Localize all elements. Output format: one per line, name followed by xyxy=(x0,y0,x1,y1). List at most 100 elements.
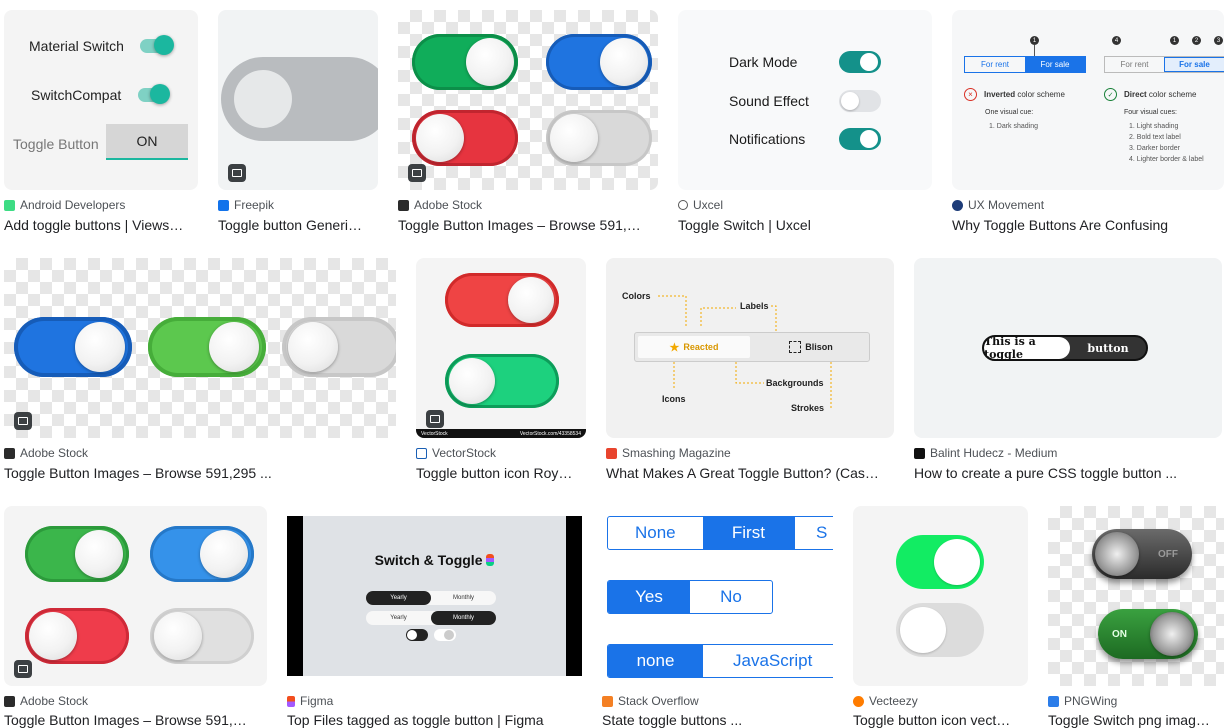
result-title[interactable]: Toggle Button Images – Browse 591,… xyxy=(398,217,658,233)
red-toggle-thumb xyxy=(29,612,77,660)
result-title[interactable]: What Makes A Great Toggle Button? (Cas… xyxy=(606,465,894,481)
result-source[interactable]: PNGWing xyxy=(1048,694,1117,708)
result-title[interactable]: State toggle buttons ... xyxy=(602,712,833,728)
strokes-annotation: Strokes xyxy=(791,403,825,413)
result-title[interactable]: Add toggle buttons | Views… xyxy=(4,217,198,233)
medium-icon xyxy=(914,447,925,459)
stack-overflow-icon xyxy=(602,695,613,707)
step-marker-2: 2 xyxy=(1192,36,1201,45)
segment-none-lc: none xyxy=(608,645,703,677)
result-source[interactable]: Figma xyxy=(287,694,333,708)
step-marker-number: 2 xyxy=(1194,37,1199,44)
result-card-figma[interactable]: Switch & Toggle Yearly Monthly Yearly Mo… xyxy=(287,506,582,728)
css-toggle-right-label: button xyxy=(1087,341,1129,355)
result-card-adobe-stock[interactable]: Adobe Stock Toggle Button Images – Brows… xyxy=(398,10,658,237)
result-source[interactable]: Balint Hudecz - Medium xyxy=(914,446,1057,460)
blison-segment: Blison xyxy=(756,336,866,358)
result-thumbnail[interactable]: VectorStock VectorStock.com/43358534 xyxy=(416,258,586,438)
result-thumbnail[interactable] xyxy=(853,506,1028,686)
notifications-toggle-thumb xyxy=(860,130,878,148)
ux-movement-icon xyxy=(952,199,963,211)
result-source-name: Vecteezy xyxy=(869,694,918,708)
result-thumbnail[interactable]: This is a toggle button xyxy=(914,258,1222,438)
result-thumbnail[interactable] xyxy=(218,10,378,190)
result-thumbnail[interactable]: None First S Yes No none JavaScript xyxy=(602,506,833,686)
result-source[interactable]: Android Developers xyxy=(4,198,125,212)
result-thumbnail[interactable]: Material Switch SwitchCompat Toggle Butt… xyxy=(4,10,198,190)
result-thumbnail[interactable] xyxy=(398,10,658,190)
green-toggle-thumb xyxy=(75,530,123,578)
result-card-pngwing[interactable]: OFF ON PNGWing Toggle Switch png imag… xyxy=(1048,506,1224,728)
result-title[interactable]: Toggle Switch png imag… xyxy=(1048,712,1224,728)
adobe-stock-icon xyxy=(4,447,15,459)
result-thumbnail[interactable]: Dark Mode Sound Effect Notifications xyxy=(678,10,932,190)
segment-for-sale: For sale xyxy=(1025,57,1085,72)
result-source[interactable]: Smashing Magazine xyxy=(606,446,731,460)
result-title[interactable]: Top Files tagged as toggle button | Figm… xyxy=(287,712,582,728)
sound-effect-label: Sound Effect xyxy=(729,93,809,109)
blue-toggle-thumb xyxy=(200,530,248,578)
result-source[interactable]: UX Movement xyxy=(952,198,1044,212)
result-source-name: Smashing Magazine xyxy=(622,446,731,460)
dark-mode-toggle-thumb xyxy=(860,53,878,71)
vectorstock-watermark-bar: VectorStock VectorStock.com/43358534 xyxy=(416,429,586,438)
segment-yes: Yes xyxy=(608,581,690,613)
result-thumbnail[interactable] xyxy=(4,258,396,438)
result-thumbnail[interactable]: Switch & Toggle Yearly Monthly Yearly Mo… xyxy=(287,516,582,676)
result-card-medium[interactable]: This is a toggle button Balint Hudecz - … xyxy=(914,258,1222,485)
check-icon: ✓ xyxy=(1104,88,1117,101)
result-card-ux-movement[interactable]: 1 For rent For sale × Inverted color sch… xyxy=(952,10,1224,237)
result-source[interactable]: Stack Overflow xyxy=(602,694,699,708)
segment-for-rent: For rent xyxy=(980,60,1009,69)
result-card-stack-overflow[interactable]: None First S Yes No none JavaScript Stac… xyxy=(602,506,833,728)
material-switch-thumb xyxy=(154,35,174,55)
freepik-icon xyxy=(218,199,229,211)
image-icon xyxy=(426,410,444,428)
result-title[interactable]: How to create a pure CSS toggle button .… xyxy=(914,465,1222,481)
result-source[interactable]: Adobe Stock xyxy=(4,446,88,460)
on-metal-toggle-thumb xyxy=(1150,612,1194,656)
result-thumbnail[interactable]: Colors Labels ★ Reacted Blison Backgroun… xyxy=(606,258,894,438)
result-thumbnail[interactable]: OFF ON xyxy=(1048,506,1224,686)
result-card-android-developers[interactable]: Material Switch SwitchCompat Toggle Butt… xyxy=(4,10,198,237)
result-title[interactable]: Toggle button icon Roy… xyxy=(416,465,586,481)
result-source[interactable]: VectorStock xyxy=(416,446,496,460)
result-thumbnail[interactable]: 1 For rent For sale × Inverted color sch… xyxy=(952,10,1224,190)
result-title[interactable]: Toggle Switch | Uxcel xyxy=(678,217,932,233)
result-title[interactable]: Toggle Button Images – Browse 591,295 ..… xyxy=(4,465,396,481)
result-card-adobe-stock-2[interactable]: Adobe Stock Toggle Button Images – Brows… xyxy=(4,258,396,485)
result-title[interactable]: Toggle Button Images – Browse 591,… xyxy=(4,712,267,728)
monthly-segment: Monthly xyxy=(452,595,474,601)
result-source[interactable]: Adobe Stock xyxy=(4,694,88,708)
css-toggle-left: This is a toggle xyxy=(984,337,1070,359)
pngwing-icon xyxy=(1048,695,1059,707)
yearly-segment: Yearly xyxy=(366,591,431,605)
result-card-vecteezy[interactable]: Vecteezy Toggle button icon vect… xyxy=(853,506,1028,728)
result-title[interactable]: Toggle button Generi… xyxy=(218,217,378,233)
result-card-adobe-stock-3[interactable]: Adobe Stock Toggle Button Images – Brows… xyxy=(4,506,267,728)
result-source-name: Adobe Stock xyxy=(20,446,89,460)
green-toggle-thumb xyxy=(449,358,495,404)
direct-rest: color scheme xyxy=(1146,90,1197,99)
result-card-vectorstock[interactable]: VectorStock VectorStock.com/43358534 Vec… xyxy=(416,258,586,485)
result-source-name: UX Movement xyxy=(968,198,1045,212)
inverted-bold: Inverted xyxy=(984,90,1016,99)
step-marker-1: 1 xyxy=(1030,36,1039,45)
result-title[interactable]: Toggle button icon vect… xyxy=(853,712,1028,728)
figma-logo-icon xyxy=(486,554,495,566)
result-thumbnail[interactable] xyxy=(4,506,267,686)
direct-heading: Direct color scheme xyxy=(1124,90,1196,99)
result-title[interactable]: Why Toggle Buttons Are Confusing xyxy=(952,217,1224,233)
result-card-freepik[interactable]: Freepik Toggle button Generi… xyxy=(218,10,378,237)
result-source[interactable]: Adobe Stock xyxy=(398,198,482,212)
segment-javascript: JavaScript xyxy=(733,651,813,670)
result-source[interactable]: Vecteezy xyxy=(853,694,918,708)
mini-switch-off-thumb xyxy=(444,630,454,640)
result-card-uxcel[interactable]: Dark Mode Sound Effect Notifications Uxc… xyxy=(678,10,932,237)
marker-line xyxy=(1034,45,1035,56)
result-source[interactable]: Freepik xyxy=(218,198,274,212)
result-source[interactable]: Uxcel xyxy=(678,198,723,212)
result-card-smashing-magazine[interactable]: Colors Labels ★ Reacted Blison Backgroun… xyxy=(606,258,894,485)
cue-3: 3. Darker border xyxy=(1129,145,1180,152)
icons-annotation: Icons xyxy=(662,394,686,404)
